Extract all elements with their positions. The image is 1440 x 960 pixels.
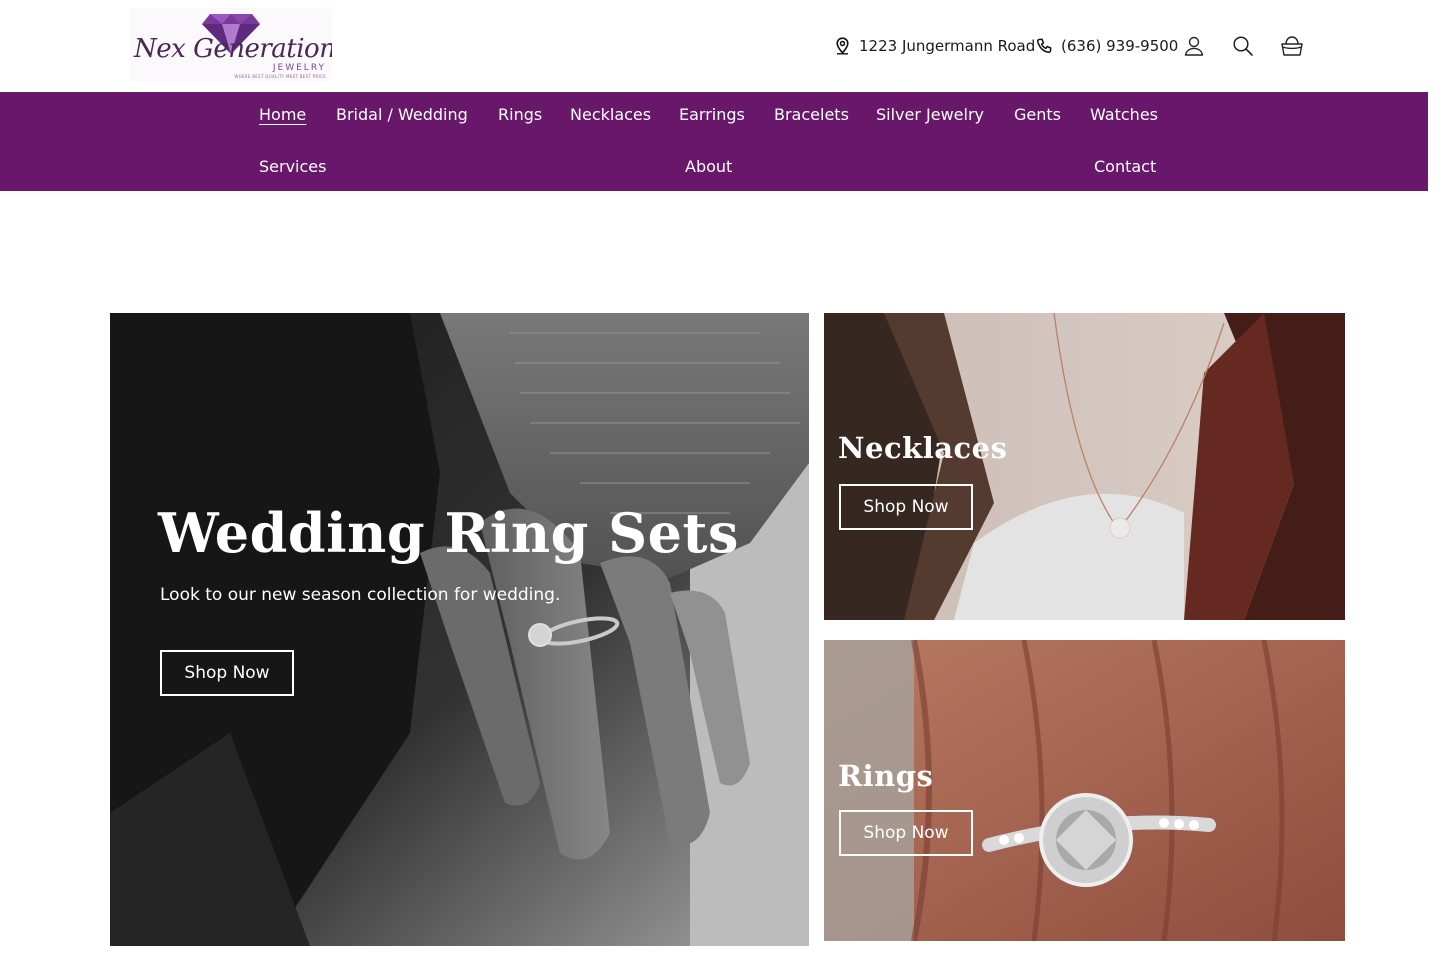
main-nav: Home Bridal / Wedding Rings Necklaces Ea… bbox=[0, 92, 1428, 191]
necklaces-title: Necklaces bbox=[838, 431, 1008, 465]
account-button[interactable] bbox=[1179, 31, 1209, 61]
phone-text: (636) 939-9500 bbox=[1061, 37, 1179, 55]
necklace-photo-image bbox=[824, 313, 1345, 620]
store-address[interactable]: 1223 Jungermann Road bbox=[834, 33, 1035, 59]
nav-item-gents[interactable]: Gents bbox=[1014, 105, 1061, 125]
nav-item-home[interactable]: Home bbox=[259, 105, 306, 125]
location-pin-icon bbox=[836, 37, 849, 55]
rings-tile: Rings Shop Now bbox=[824, 640, 1345, 941]
hero-title: Wedding Ring Sets bbox=[158, 501, 739, 565]
address-text: 1223 Jungermann Road bbox=[859, 37, 1036, 55]
logo-tagline: WHERE BEST QUALITY MEET BEST PRICE bbox=[234, 74, 326, 79]
account-icon bbox=[1184, 36, 1204, 56]
search-icon bbox=[1233, 36, 1253, 56]
hands-photo-image bbox=[110, 313, 809, 946]
nav-item-contact[interactable]: Contact bbox=[1094, 157, 1156, 177]
cart-button[interactable] bbox=[1277, 31, 1307, 61]
nav-item-services[interactable]: Services bbox=[259, 157, 326, 177]
store-phone[interactable]: (636) 939-9500 bbox=[1036, 33, 1178, 59]
logo-wordmark: Nex Generation bbox=[134, 34, 332, 64]
phone-icon bbox=[1036, 38, 1052, 53]
necklaces-tile: Necklaces Shop Now bbox=[824, 313, 1345, 620]
site-logo[interactable]: Nex Generation JEWELRY WHERE BEST QUALIT… bbox=[130, 8, 332, 82]
search-button[interactable] bbox=[1228, 31, 1258, 61]
hero-wedding-tile: Wedding Ring Sets Look to our new season… bbox=[110, 313, 809, 946]
hero-subtitle: Look to our new season collection for we… bbox=[160, 585, 561, 605]
necklaces-shop-now-button[interactable]: Shop Now bbox=[839, 484, 973, 530]
nav-item-earrings[interactable]: Earrings bbox=[679, 105, 745, 125]
cart-icon bbox=[1281, 36, 1303, 56]
nav-item-watches[interactable]: Watches bbox=[1090, 105, 1158, 125]
hero-shop-now-button[interactable]: Shop Now bbox=[160, 650, 294, 696]
rings-shop-now-button[interactable]: Shop Now bbox=[839, 810, 973, 856]
site-header: Nex Generation JEWELRY WHERE BEST QUALIT… bbox=[0, 0, 1440, 92]
nav-item-necklaces[interactable]: Necklaces bbox=[570, 105, 651, 125]
nav-item-bridal-wedding[interactable]: Bridal / Wedding bbox=[336, 105, 468, 125]
nav-item-about[interactable]: About bbox=[685, 157, 732, 177]
logo-subtitle: JEWELRY bbox=[272, 63, 326, 73]
nav-item-rings[interactable]: Rings bbox=[498, 105, 542, 125]
nav-item-silver-jewelry[interactable]: Silver Jewelry bbox=[876, 105, 984, 125]
nav-item-bracelets[interactable]: Bracelets bbox=[774, 105, 849, 125]
rings-title: Rings bbox=[838, 759, 934, 793]
